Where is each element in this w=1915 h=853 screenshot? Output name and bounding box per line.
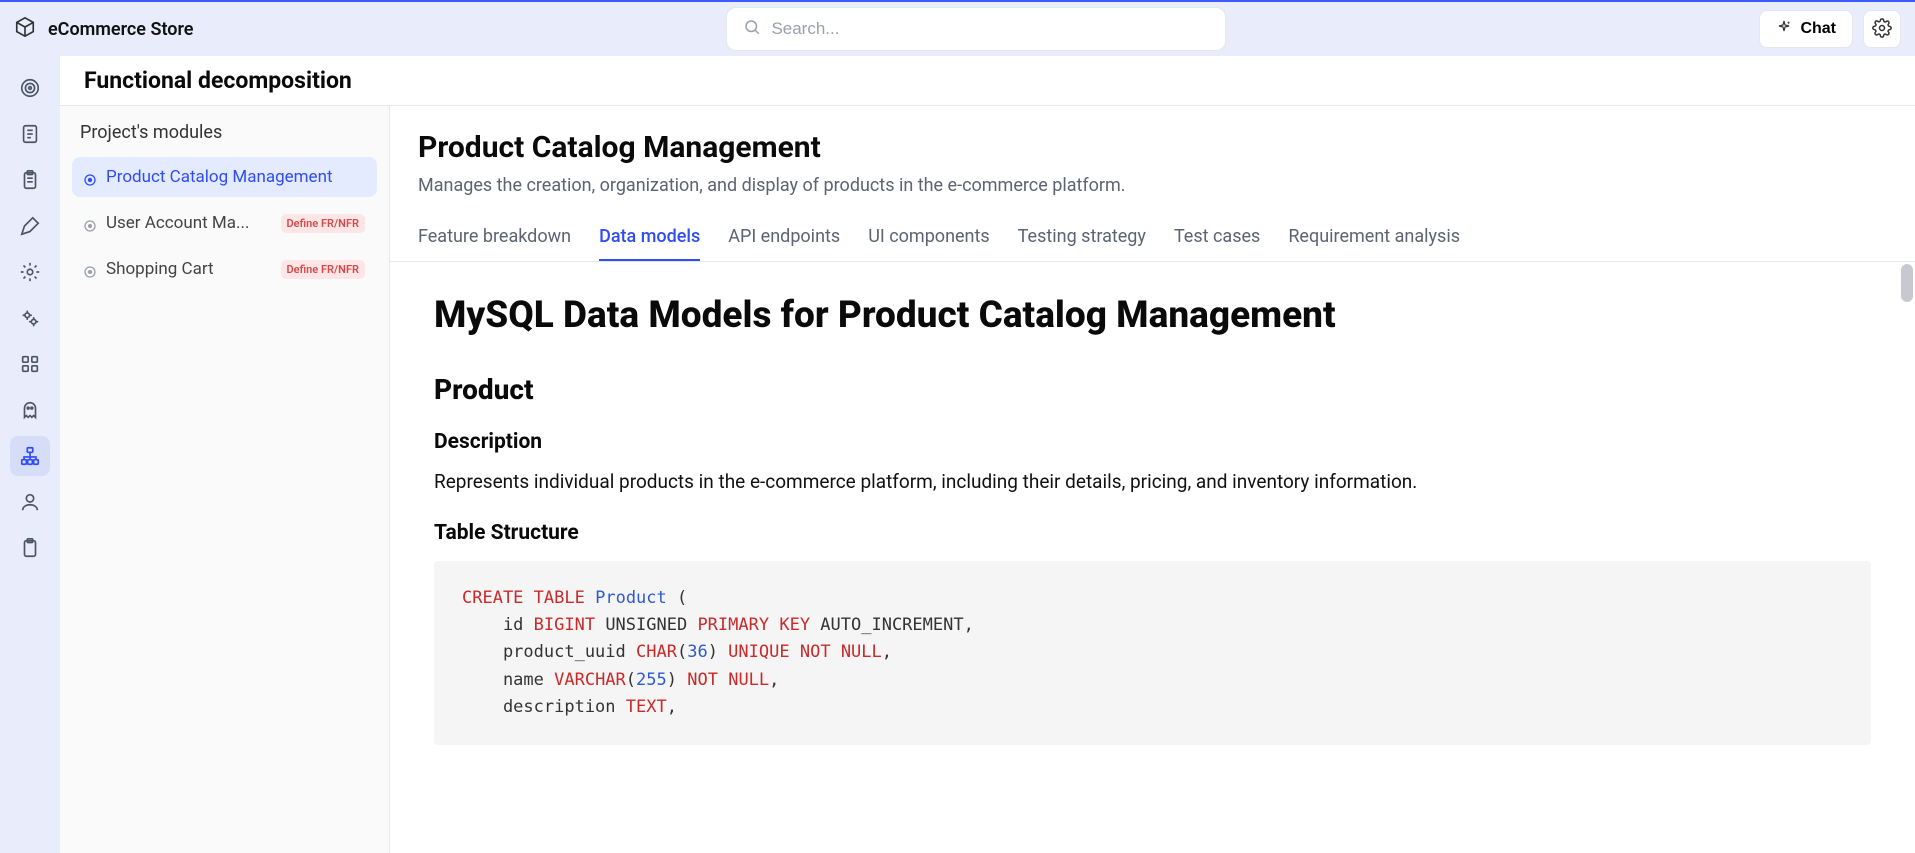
define-badge: Define FR/NFR (281, 260, 366, 279)
radio-icon (84, 263, 96, 275)
topbar: eCommerce Store Chat (0, 0, 1915, 56)
page-title: Functional decomposition (84, 67, 352, 94)
search-input[interactable] (771, 19, 1209, 39)
search-icon (743, 18, 761, 40)
document-content[interactable]: MySQL Data Models for Product Catalog Ma… (390, 262, 1915, 853)
define-badge: Define FR/NFR (281, 214, 366, 233)
app-title-text: eCommerce Store (48, 19, 193, 40)
settings-button[interactable] (1863, 10, 1901, 48)
tab-testing-strategy[interactable]: Testing strategy (1018, 226, 1146, 261)
tab-requirement-analysis[interactable]: Requirement analysis (1288, 226, 1460, 261)
radio-icon (84, 217, 96, 229)
rail-target[interactable] (10, 68, 50, 108)
rail-pen[interactable] (10, 206, 50, 246)
rail-clipboard-plain[interactable] (10, 528, 50, 568)
doc-h2: Product (434, 373, 1871, 406)
modules-sidebar: Project's modules Product Catalog Manage… (60, 106, 390, 853)
tab-api-endpoints[interactable]: API endpoints (728, 226, 840, 261)
module-product-catalog[interactable]: Product Catalog Management (72, 157, 377, 197)
rail-hierarchy[interactable] (10, 436, 50, 476)
detail-title: Product Catalog Management (418, 130, 1887, 165)
tabs: Feature breakdown Data models API endpoi… (390, 200, 1915, 262)
detail-description: Manages the creation, organization, and … (418, 175, 1887, 196)
module-label: User Account Ma... (106, 213, 271, 233)
rail-gears[interactable] (10, 298, 50, 338)
detail-panel: Product Catalog Management Manages the c… (390, 106, 1915, 853)
rail-gear[interactable] (10, 252, 50, 292)
module-shopping-cart[interactable]: Shopping Cart Define FR/NFR (72, 249, 377, 289)
tab-data-models[interactable]: Data models (599, 226, 700, 261)
doc-table-heading: Table Structure (434, 521, 1871, 545)
chat-button-label: Chat (1800, 20, 1836, 38)
rail-grid[interactable] (10, 344, 50, 384)
tab-feature-breakdown[interactable]: Feature breakdown (418, 226, 571, 261)
rail-document[interactable] (10, 114, 50, 154)
tab-ui-components[interactable]: UI components (868, 226, 989, 261)
module-label: Product Catalog Management (106, 167, 365, 187)
module-label: Shopping Cart (106, 259, 271, 279)
page-header: Functional decomposition (60, 56, 1915, 106)
sql-codeblock[interactable]: CREATE TABLE Product ( id BIGINT UNSIGNE… (434, 561, 1871, 745)
cube-icon (14, 16, 36, 43)
sidebar-heading: Project's modules (72, 122, 377, 157)
radio-selected-icon (84, 171, 96, 183)
rail-ghost[interactable] (10, 390, 50, 430)
doc-desc-text: Represents individual products in the e-… (434, 470, 1871, 493)
doc-desc-heading: Description (434, 430, 1871, 454)
doc-h1: MySQL Data Models for Product Catalog Ma… (434, 294, 1871, 337)
rail-clipboard[interactable] (10, 160, 50, 200)
scrollbar-thumb[interactable] (1901, 264, 1913, 302)
gear-icon (1872, 18, 1892, 41)
rail-user[interactable] (10, 482, 50, 522)
search-input-wrap[interactable] (726, 7, 1226, 51)
nav-rail (0, 56, 60, 853)
sparkle-icon (1776, 19, 1792, 40)
app-title: eCommerce Store (14, 16, 193, 43)
module-user-account[interactable]: User Account Ma... Define FR/NFR (72, 203, 377, 243)
tab-test-cases[interactable]: Test cases (1174, 226, 1260, 261)
chat-button[interactable]: Chat (1759, 10, 1853, 48)
